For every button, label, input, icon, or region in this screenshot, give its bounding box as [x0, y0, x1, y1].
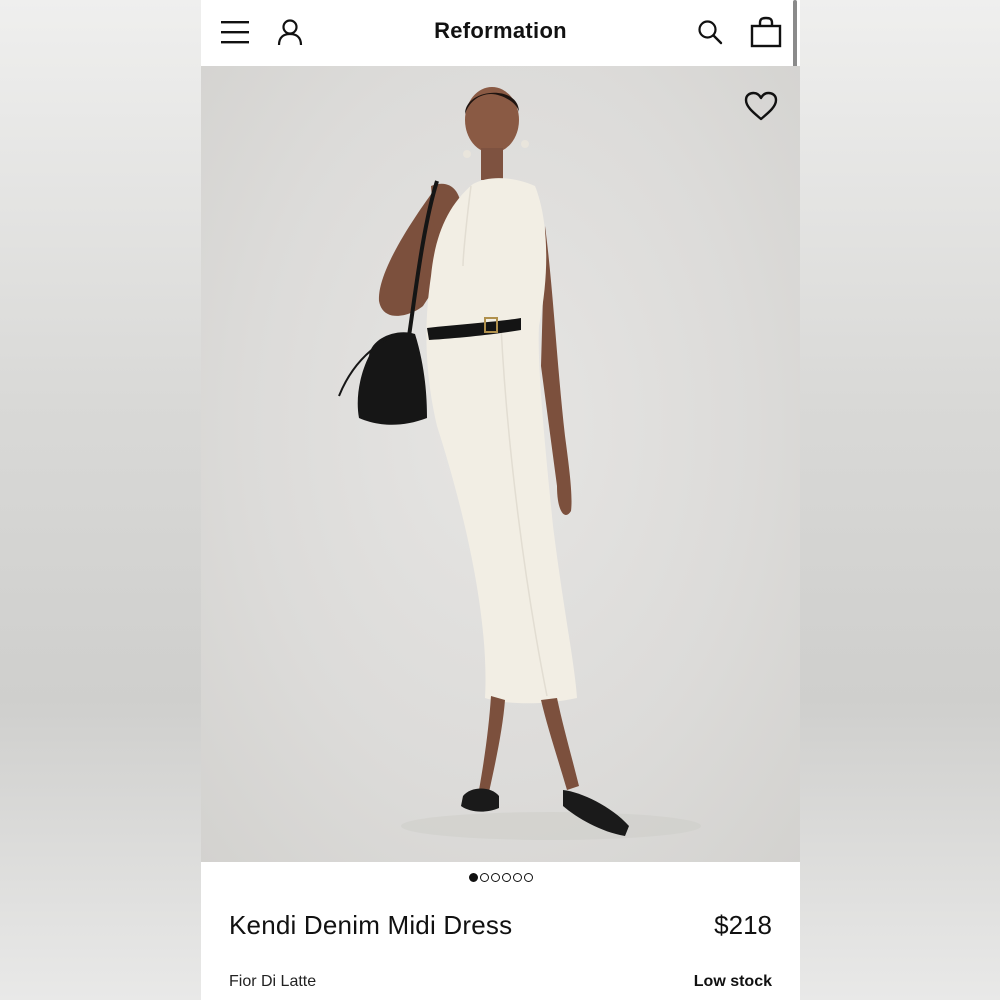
product-price: $218 [714, 910, 772, 940]
bag-icon [750, 16, 782, 48]
backdrop-left [0, 0, 201, 1000]
bag-button[interactable] [748, 14, 784, 50]
carousel-dot[interactable] [501, 873, 511, 882]
backdrop-right [800, 0, 1000, 1000]
search-icon [698, 20, 723, 45]
top-nav: Reformation [201, 0, 800, 66]
carousel-dot[interactable] [512, 873, 522, 882]
search-button[interactable] [692, 14, 728, 50]
carousel-dot[interactable] [523, 873, 533, 882]
product-page: Reformation Kendi Denim Midi Dress $218 … [201, 0, 800, 1000]
heart-icon [744, 91, 778, 121]
product-color[interactable]: Fior Di Latte [229, 973, 316, 991]
product-name: Kendi Denim Midi Dress [229, 910, 513, 940]
favorite-button[interactable] [742, 88, 780, 124]
carousel-indicator [201, 873, 800, 882]
carousel-dot[interactable] [490, 873, 500, 882]
model-illustration [338, 87, 701, 840]
carousel-dot[interactable] [479, 873, 489, 882]
product-image[interactable] [201, 66, 800, 862]
carousel-dot[interactable] [468, 873, 478, 882]
stock-status: Low stock [693, 973, 772, 990]
